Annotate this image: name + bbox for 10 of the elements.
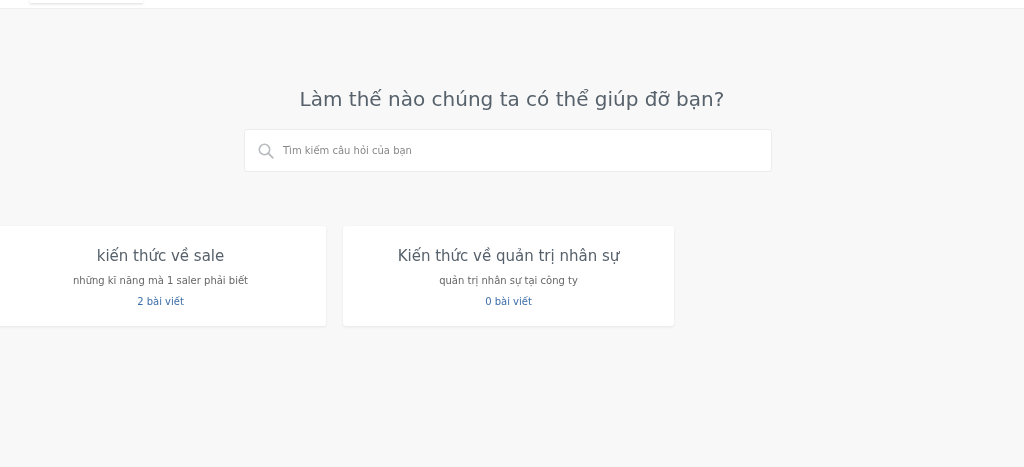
category-description: quản trị nhân sự tại công ty <box>439 275 578 286</box>
category-card[interactable]: Kiến thức về quản trị nhân sự quản trị nhân sự tại công ty 0 bài viết <box>343 226 674 326</box>
category-title: Kiến thức về quản trị nhân sự <box>397 247 620 265</box>
category-card[interactable]: kiến thức về sale những kĩ năng mà 1 saler phải biết 2 bài viết <box>0 226 326 326</box>
article-count[interactable]: 0 bài viết <box>485 296 532 307</box>
page-heading: Làm thế nào chúng ta có thể giúp đỡ bạn? <box>298 86 726 113</box>
search-field[interactable]: Tìm kiếm câu hỏi của bạn <box>244 129 772 172</box>
category-description: những kĩ năng mà 1 saler phải biết <box>72 275 249 286</box>
category-title: kiến thức về sale <box>96 247 225 265</box>
article-count[interactable]: 2 bài viết <box>137 296 184 307</box>
